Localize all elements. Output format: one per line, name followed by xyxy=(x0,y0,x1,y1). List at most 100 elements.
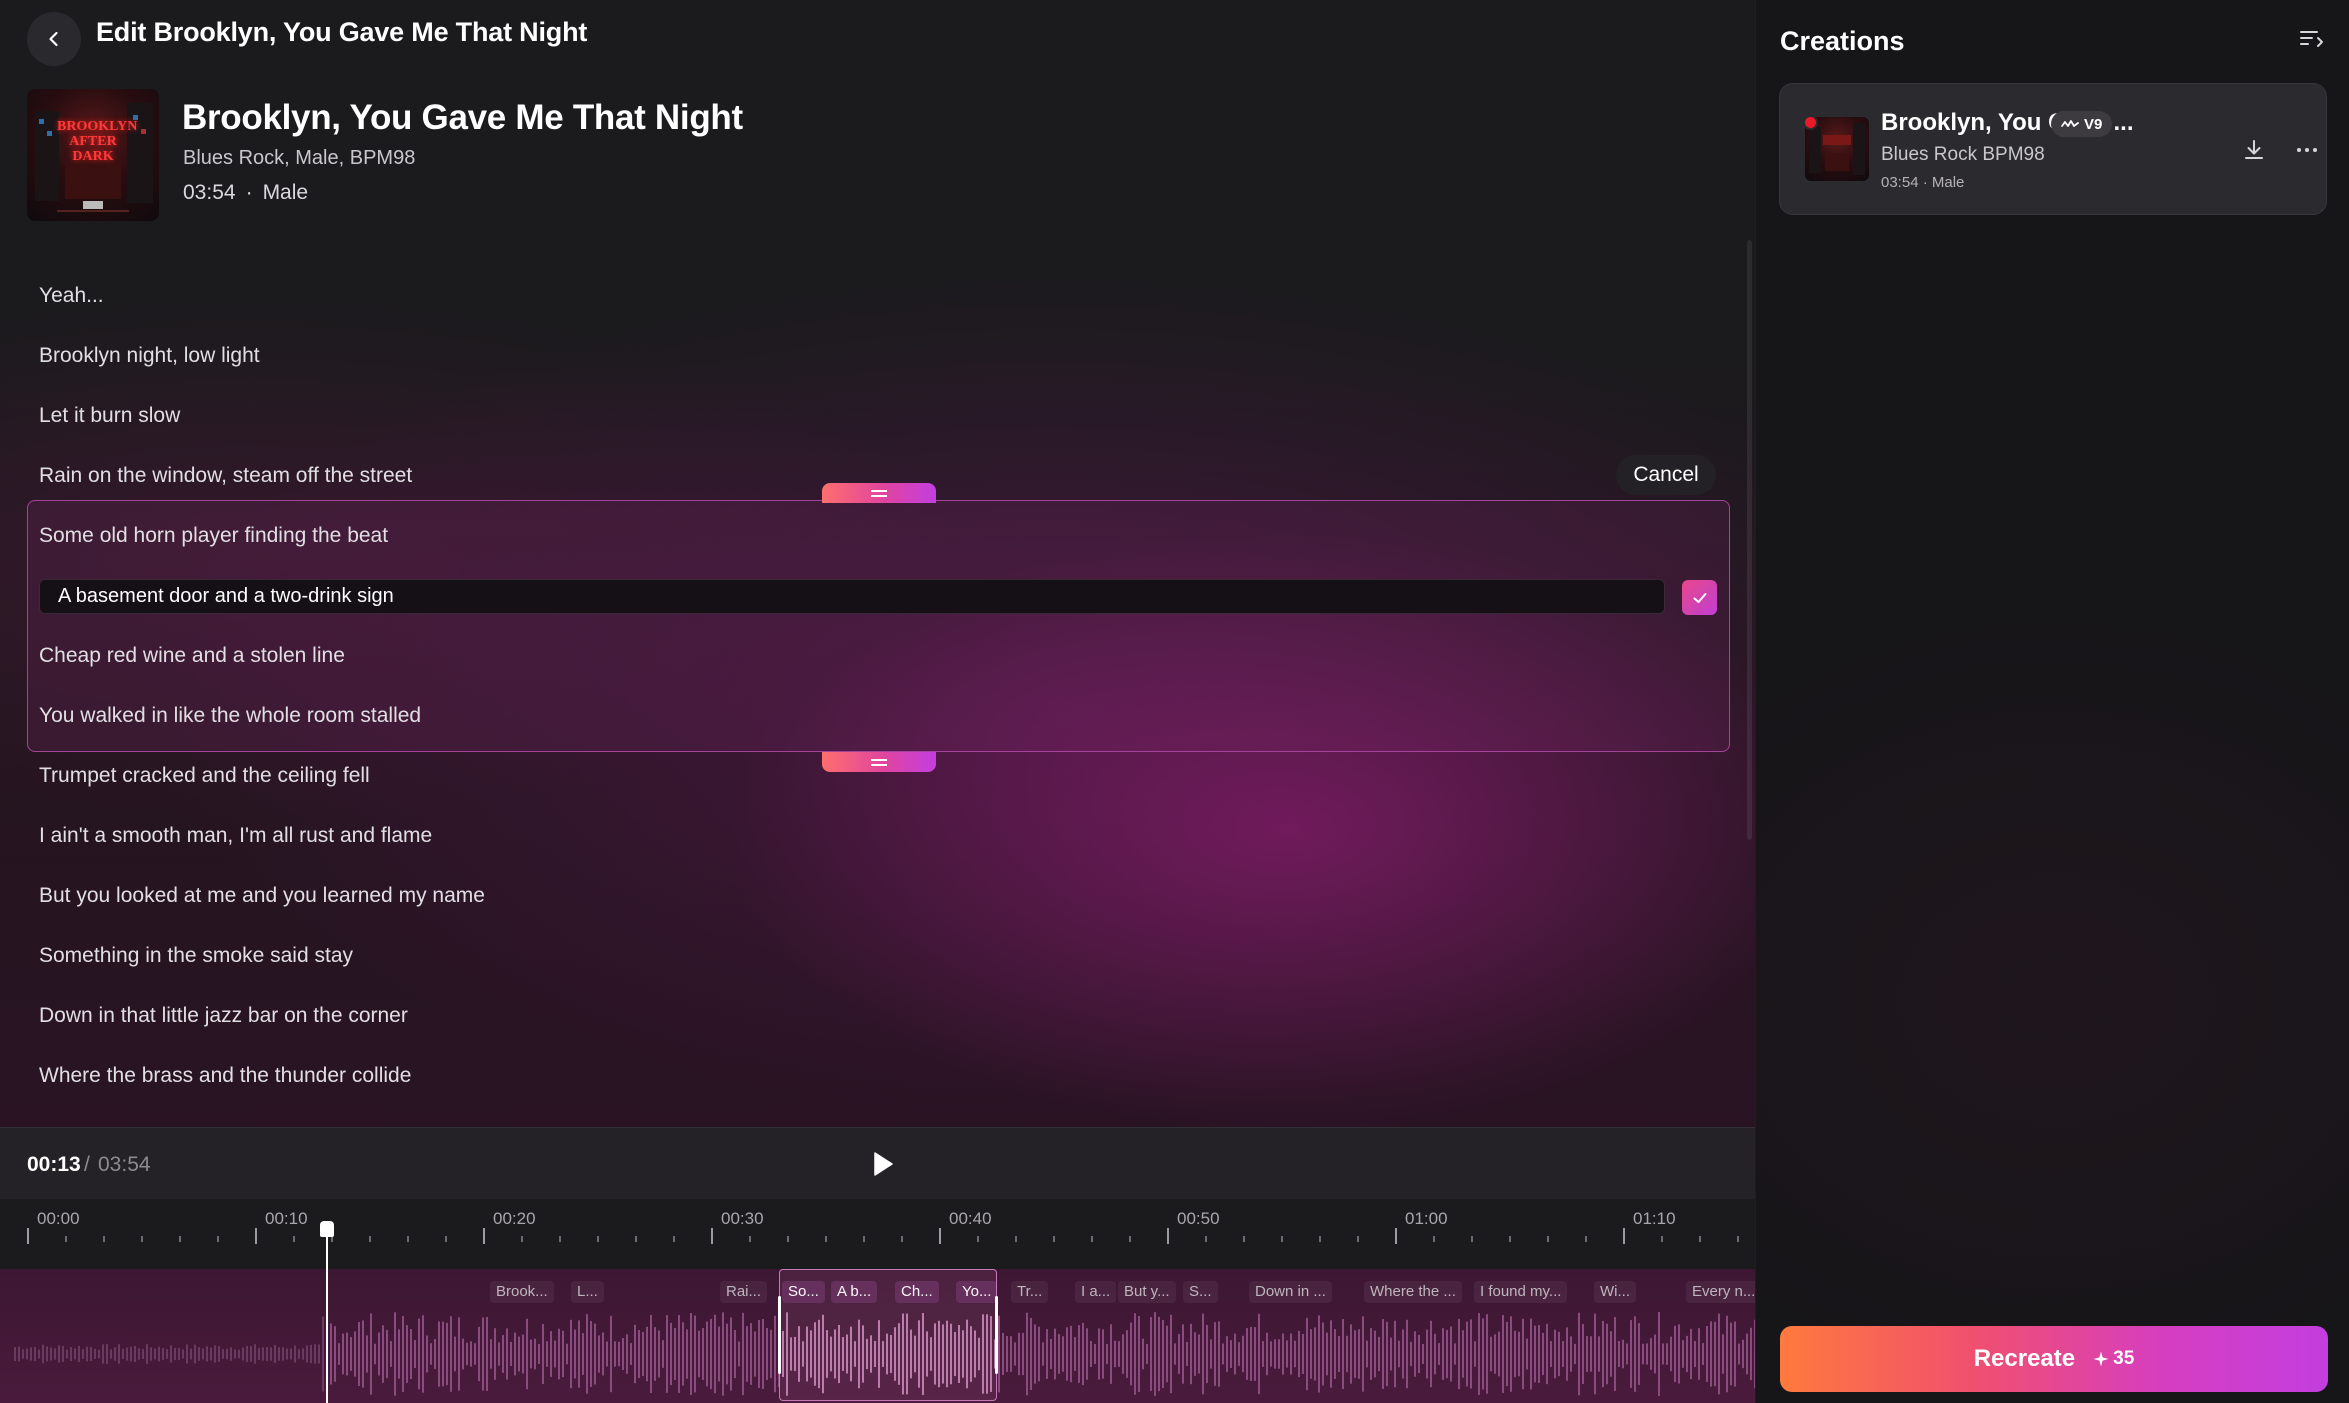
waveform-bar xyxy=(1746,1333,1748,1375)
lyric-line[interactable]: Some old horn player finding the beat xyxy=(39,524,388,548)
waveform-bar xyxy=(1130,1322,1132,1386)
lyric-line[interactable]: Yeah... xyxy=(39,284,104,308)
waveform-bar xyxy=(1618,1340,1620,1368)
waveform-bar xyxy=(270,1347,272,1361)
waveform-bar xyxy=(1686,1335,1688,1373)
timeline-lyric-chip[interactable]: Wi... xyxy=(1594,1281,1636,1303)
timeline-lyric-chip[interactable]: I a... xyxy=(1075,1281,1117,1303)
selection-top-handle[interactable] xyxy=(822,483,936,503)
waveform-bar xyxy=(122,1348,124,1360)
timeline-lyric-chip[interactable]: Every n... xyxy=(1686,1281,1755,1303)
waveform-bar xyxy=(1238,1342,1240,1366)
timeline-lyric-chip[interactable]: L... xyxy=(571,1281,604,1303)
waveform-bar xyxy=(1454,1343,1456,1365)
waveform-bar xyxy=(1682,1340,1684,1368)
download-button[interactable] xyxy=(2242,138,2266,162)
lyrics-scrollbar[interactable] xyxy=(1747,240,1752,840)
confirm-edit-button[interactable] xyxy=(1682,580,1717,615)
waveform-bar xyxy=(354,1331,356,1377)
lyric-line[interactable]: Where the brass and the thunder collide xyxy=(39,1064,411,1088)
waveform-bar xyxy=(1370,1328,1372,1380)
timeline-lyric-chip[interactable]: Down in ... xyxy=(1249,1281,1332,1303)
waveform-bar xyxy=(1510,1316,1512,1392)
timeline-lyric-chip[interactable]: But y... xyxy=(1118,1281,1176,1303)
lyric-line[interactable]: Brooklyn night, low light xyxy=(39,344,260,368)
waveform-bar xyxy=(1070,1325,1072,1383)
waveform-bar xyxy=(1698,1328,1700,1380)
play-button[interactable] xyxy=(866,1148,898,1180)
waveform-bar xyxy=(738,1341,740,1367)
waveform-bar xyxy=(430,1343,432,1365)
waveform-bar xyxy=(662,1340,664,1368)
waveform-bar xyxy=(310,1344,312,1364)
waveform-bar xyxy=(166,1349,168,1359)
waveform-bar xyxy=(1538,1325,1540,1383)
lyric-line[interactable]: Rain on the window, steam off the street xyxy=(39,464,412,488)
waveform-bar xyxy=(722,1312,724,1396)
tick-label: 00:00 xyxy=(37,1209,80,1228)
waveform-bar xyxy=(1462,1330,1464,1378)
waveform-bar xyxy=(646,1326,648,1382)
creation-card[interactable]: Brooklyn, You Gave ... V9 Blues Rock BPM… xyxy=(1779,83,2327,215)
waveform-bar xyxy=(358,1322,360,1386)
ruler-tick xyxy=(1585,1236,1587,1242)
waveform-bar xyxy=(1282,1333,1284,1375)
ruler-tick xyxy=(939,1228,941,1244)
ruler-tick xyxy=(293,1236,295,1242)
lyric-line[interactable]: Let it burn slow xyxy=(39,404,180,428)
waveform-bar xyxy=(158,1346,160,1362)
timeline-lyric-chip[interactable]: I found my... xyxy=(1474,1281,1568,1303)
lyric-line[interactable]: Cheap red wine and a stolen line xyxy=(39,644,345,668)
waveform-bar xyxy=(1266,1332,1268,1376)
lyric-line[interactable]: Trumpet cracked and the ceiling fell xyxy=(39,764,370,788)
waveform-bar xyxy=(1126,1330,1128,1378)
waveform-bar xyxy=(1114,1340,1116,1368)
waveform-bar xyxy=(1178,1334,1180,1374)
cancel-button[interactable]: Cancel xyxy=(1616,455,1716,495)
waveform-bar xyxy=(346,1332,348,1376)
waveform-bar xyxy=(1550,1341,1552,1367)
waveform-bar xyxy=(338,1343,340,1365)
waveform-bar xyxy=(1706,1325,1708,1383)
waveform-bar xyxy=(1366,1340,1368,1368)
waveform-bar xyxy=(698,1330,700,1378)
recreate-button[interactable]: Recreate 35 xyxy=(1780,1326,2328,1392)
lyric-line[interactable]: But you looked at me and you learned my … xyxy=(39,884,485,908)
waveform-bar xyxy=(1014,1342,1016,1366)
waveform-bar xyxy=(1554,1329,1556,1379)
lyric-line[interactable]: I ain't a smooth man, I'm all rust and f… xyxy=(39,824,432,848)
waveform-bar xyxy=(114,1347,116,1361)
waveform-bar xyxy=(1578,1312,1580,1396)
timeline-lyric-chip[interactable]: Tr... xyxy=(1011,1281,1049,1303)
more-horizontal-icon xyxy=(2297,148,2317,152)
waveform-bar xyxy=(314,1344,316,1364)
timeline-lyric-chip[interactable]: S... xyxy=(1183,1281,1218,1303)
waveform-bar xyxy=(1194,1332,1196,1376)
waveform-bar xyxy=(1438,1343,1440,1365)
waveform-bar xyxy=(1594,1313,1596,1395)
lyric-line[interactable]: Something in the smoke said stay xyxy=(39,944,353,968)
waveform-bar xyxy=(526,1318,528,1390)
sort-button[interactable] xyxy=(2298,26,2324,50)
track-selection-range[interactable] xyxy=(778,1269,998,1401)
timeline-ruler[interactable]: 00:00 00:10 00:20 00:30 00:40 00:50 01:00 01:10 xyxy=(0,1199,1755,1269)
waveform-bar xyxy=(146,1344,148,1364)
lyric-line[interactable]: You walked in like the whole room stalle… xyxy=(39,704,421,728)
waveform-bar xyxy=(30,1347,32,1361)
ruler-tick xyxy=(521,1236,523,1242)
more-options-button[interactable] xyxy=(2294,138,2320,162)
lyric-edit-input[interactable] xyxy=(39,579,1665,614)
waveform-bar xyxy=(1654,1334,1656,1374)
selection-bottom-handle[interactable] xyxy=(822,752,936,772)
track-selection-start-handle[interactable] xyxy=(778,1296,781,1374)
tick-label: 00:20 xyxy=(493,1209,536,1228)
waveform-bar xyxy=(34,1346,36,1362)
waveform-bar xyxy=(306,1345,308,1363)
track-selection-end-handle[interactable] xyxy=(995,1296,998,1374)
timeline-lyric-chip[interactable]: Brook... xyxy=(490,1281,554,1303)
back-button[interactable] xyxy=(27,12,81,66)
lyric-line[interactable]: Down in that little jazz bar on the corn… xyxy=(39,1004,408,1028)
timeline-lyric-chip[interactable]: Where the ... xyxy=(1364,1281,1462,1303)
waveform-bar xyxy=(50,1347,52,1361)
timeline-lyric-chip[interactable]: Rai... xyxy=(720,1281,768,1303)
